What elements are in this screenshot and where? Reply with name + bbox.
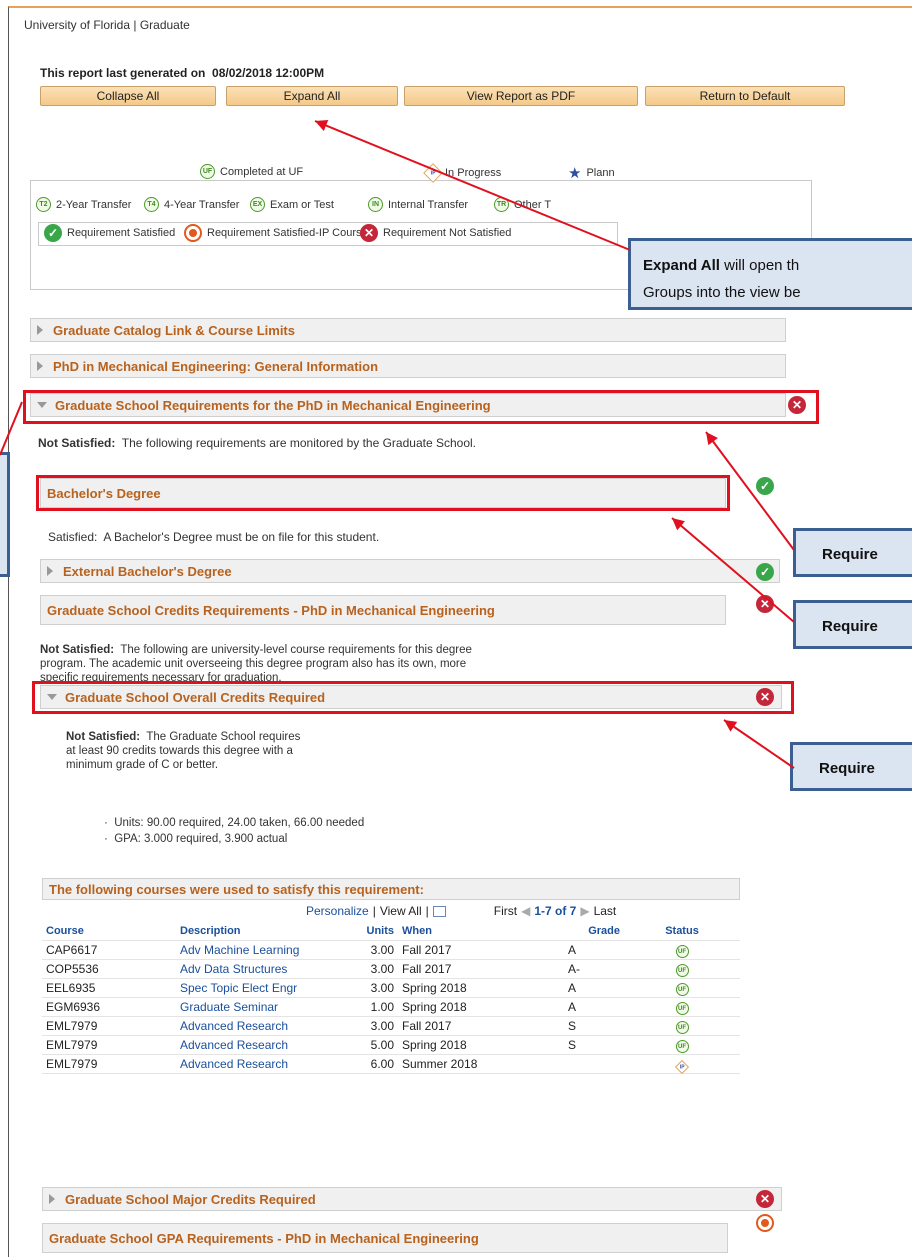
arrow-left (0, 401, 23, 456)
arrow-req-2 (671, 517, 795, 623)
arrow-req-1 (705, 431, 795, 551)
arrow-req-3 (723, 719, 795, 769)
arrow-expand-all (314, 119, 631, 251)
annotation-arrows (0, 119, 795, 769)
